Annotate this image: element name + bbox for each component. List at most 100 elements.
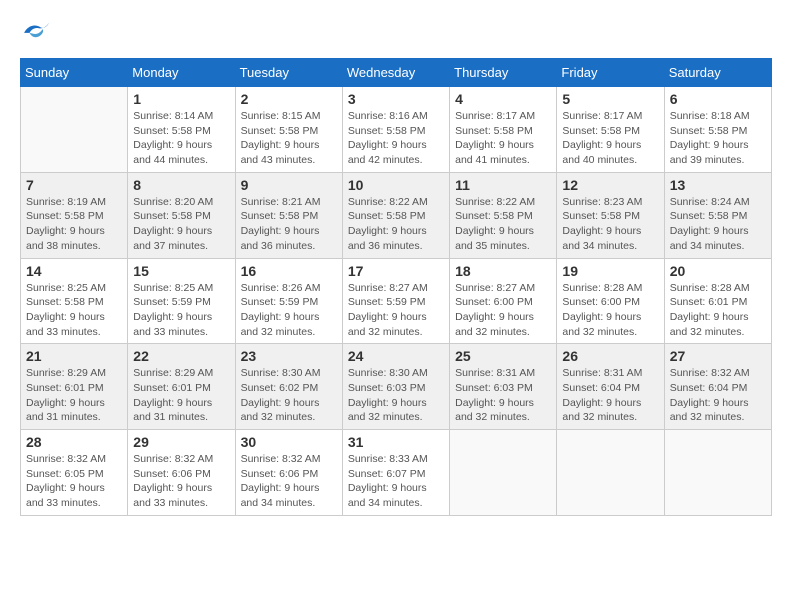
page-header — [20, 20, 772, 42]
day-number: 7 — [26, 177, 122, 193]
calendar-week-row: 14 Sunrise: 8:25 AMSunset: 5:58 PMDayligh… — [21, 258, 772, 344]
calendar-week-row: 21 Sunrise: 8:29 AMSunset: 6:01 PMDayligh… — [21, 344, 772, 430]
calendar-cell: 11 Sunrise: 8:22 AMSunset: 5:58 PMDayligh… — [450, 172, 557, 258]
day-info: Sunrise: 8:31 AMSunset: 6:04 PMDaylight:… — [562, 366, 658, 425]
day-number: 1 — [133, 91, 229, 107]
calendar-cell: 22 Sunrise: 8:29 AMSunset: 6:01 PMDayligh… — [128, 344, 235, 430]
calendar-cell: 1 Sunrise: 8:14 AMSunset: 5:58 PMDaylight… — [128, 87, 235, 173]
calendar-week-row: 28 Sunrise: 8:32 AMSunset: 6:05 PMDayligh… — [21, 430, 772, 516]
day-number: 29 — [133, 434, 229, 450]
day-info: Sunrise: 8:15 AMSunset: 5:58 PMDaylight:… — [241, 109, 337, 168]
weekday-header-friday: Friday — [557, 59, 664, 87]
calendar-cell: 21 Sunrise: 8:29 AMSunset: 6:01 PMDayligh… — [21, 344, 128, 430]
calendar-week-row: 7 Sunrise: 8:19 AMSunset: 5:58 PMDaylight… — [21, 172, 772, 258]
day-number: 28 — [26, 434, 122, 450]
calendar-cell: 5 Sunrise: 8:17 AMSunset: 5:58 PMDaylight… — [557, 87, 664, 173]
day-number: 31 — [348, 434, 444, 450]
day-info: Sunrise: 8:18 AMSunset: 5:58 PMDaylight:… — [670, 109, 766, 168]
calendar-cell: 4 Sunrise: 8:17 AMSunset: 5:58 PMDaylight… — [450, 87, 557, 173]
day-number: 6 — [670, 91, 766, 107]
day-info: Sunrise: 8:29 AMSunset: 6:01 PMDaylight:… — [26, 366, 122, 425]
weekday-header-wednesday: Wednesday — [342, 59, 449, 87]
day-info: Sunrise: 8:25 AMSunset: 5:59 PMDaylight:… — [133, 281, 229, 340]
day-info: Sunrise: 8:28 AMSunset: 6:01 PMDaylight:… — [670, 281, 766, 340]
day-number: 22 — [133, 348, 229, 364]
calendar-cell — [21, 87, 128, 173]
day-number: 25 — [455, 348, 551, 364]
day-number: 13 — [670, 177, 766, 193]
day-info: Sunrise: 8:32 AMSunset: 6:05 PMDaylight:… — [26, 452, 122, 511]
calendar-cell: 10 Sunrise: 8:22 AMSunset: 5:58 PMDayligh… — [342, 172, 449, 258]
day-info: Sunrise: 8:31 AMSunset: 6:03 PMDaylight:… — [455, 366, 551, 425]
calendar-cell: 24Sunrise: 8:30 AMSunset: 6:03 PMDayligh… — [342, 344, 449, 430]
weekday-header-sunday: Sunday — [21, 59, 128, 87]
day-number: 20 — [670, 263, 766, 279]
day-info: Sunrise: 8:22 AMSunset: 5:58 PMDaylight:… — [348, 195, 444, 254]
calendar-cell: 27 Sunrise: 8:32 AMSunset: 6:04 PMDayligh… — [664, 344, 771, 430]
weekday-header-thursday: Thursday — [450, 59, 557, 87]
calendar-cell: 25 Sunrise: 8:31 AMSunset: 6:03 PMDayligh… — [450, 344, 557, 430]
day-number: 5 — [562, 91, 658, 107]
day-number: 8 — [133, 177, 229, 193]
calendar-cell: 15 Sunrise: 8:25 AMSunset: 5:59 PMDayligh… — [128, 258, 235, 344]
day-number: 21 — [26, 348, 122, 364]
day-info: Sunrise: 8:20 AMSunset: 5:58 PMDaylight:… — [133, 195, 229, 254]
weekday-header-monday: Monday — [128, 59, 235, 87]
day-info: Sunrise: 8:32 AMSunset: 6:04 PMDaylight:… — [670, 366, 766, 425]
calendar-cell: 20 Sunrise: 8:28 AMSunset: 6:01 PMDayligh… — [664, 258, 771, 344]
day-info: Sunrise: 8:27 AMSunset: 5:59 PMDaylight:… — [348, 281, 444, 340]
day-info: Sunrise: 8:32 AMSunset: 6:06 PMDaylight:… — [133, 452, 229, 511]
day-number: 9 — [241, 177, 337, 193]
day-info: Sunrise: 8:30 AMSunset: 6:02 PMDaylight:… — [241, 366, 337, 425]
day-info: Sunrise: 8:17 AMSunset: 5:58 PMDaylight:… — [455, 109, 551, 168]
calendar-cell: 29 Sunrise: 8:32 AMSunset: 6:06 PMDayligh… — [128, 430, 235, 516]
calendar-cell: 16Sunrise: 8:26 AMSunset: 5:59 PMDayligh… — [235, 258, 342, 344]
day-number: 4 — [455, 91, 551, 107]
day-info: Sunrise: 8:33 AMSunset: 6:07 PMDaylight:… — [348, 452, 444, 511]
day-info: Sunrise: 8:14 AMSunset: 5:58 PMDaylight:… — [133, 109, 229, 168]
calendar-cell: 14 Sunrise: 8:25 AMSunset: 5:58 PMDayligh… — [21, 258, 128, 344]
calendar-cell — [450, 430, 557, 516]
day-info: Sunrise: 8:21 AMSunset: 5:58 PMDaylight:… — [241, 195, 337, 254]
day-info: Sunrise: 8:16 AMSunset: 5:58 PMDaylight:… — [348, 109, 444, 168]
day-number: 30 — [241, 434, 337, 450]
day-number: 27 — [670, 348, 766, 364]
calendar-cell: 13Sunrise: 8:24 AMSunset: 5:58 PMDayligh… — [664, 172, 771, 258]
day-number: 10 — [348, 177, 444, 193]
day-info: Sunrise: 8:19 AMSunset: 5:58 PMDaylight:… — [26, 195, 122, 254]
day-info: Sunrise: 8:29 AMSunset: 6:01 PMDaylight:… — [133, 366, 229, 425]
day-number: 11 — [455, 177, 551, 193]
weekday-header-saturday: Saturday — [664, 59, 771, 87]
calendar-cell: 30 Sunrise: 8:32 AMSunset: 6:06 PMDayligh… — [235, 430, 342, 516]
logo — [20, 20, 50, 42]
day-info: Sunrise: 8:32 AMSunset: 6:06 PMDaylight:… — [241, 452, 337, 511]
calendar-cell: 12Sunrise: 8:23 AMSunset: 5:58 PMDayligh… — [557, 172, 664, 258]
day-info: Sunrise: 8:26 AMSunset: 5:59 PMDaylight:… — [241, 281, 337, 340]
day-info: Sunrise: 8:28 AMSunset: 6:00 PMDaylight:… — [562, 281, 658, 340]
calendar-cell: 26Sunrise: 8:31 AMSunset: 6:04 PMDayligh… — [557, 344, 664, 430]
logo-bird-icon — [22, 20, 50, 42]
day-info: Sunrise: 8:25 AMSunset: 5:58 PMDaylight:… — [26, 281, 122, 340]
calendar-cell: 17Sunrise: 8:27 AMSunset: 5:59 PMDayligh… — [342, 258, 449, 344]
day-info: Sunrise: 8:17 AMSunset: 5:58 PMDaylight:… — [562, 109, 658, 168]
day-info: Sunrise: 8:22 AMSunset: 5:58 PMDaylight:… — [455, 195, 551, 254]
day-number: 18 — [455, 263, 551, 279]
day-number: 15 — [133, 263, 229, 279]
calendar-cell: 31 Sunrise: 8:33 AMSunset: 6:07 PMDayligh… — [342, 430, 449, 516]
calendar-cell: 23 Sunrise: 8:30 AMSunset: 6:02 PMDayligh… — [235, 344, 342, 430]
calendar-cell: 19Sunrise: 8:28 AMSunset: 6:00 PMDayligh… — [557, 258, 664, 344]
day-number: 12 — [562, 177, 658, 193]
day-info: Sunrise: 8:30 AMSunset: 6:03 PMDaylight:… — [348, 366, 444, 425]
calendar-week-row: 1 Sunrise: 8:14 AMSunset: 5:58 PMDaylight… — [21, 87, 772, 173]
calendar-cell: 6 Sunrise: 8:18 AMSunset: 5:58 PMDaylight… — [664, 87, 771, 173]
calendar-cell: 9 Sunrise: 8:21 AMSunset: 5:58 PMDaylight… — [235, 172, 342, 258]
day-number: 23 — [241, 348, 337, 364]
calendar-table: SundayMondayTuesdayWednesdayThursdayFrid… — [20, 58, 772, 516]
calendar-cell: 8 Sunrise: 8:20 AMSunset: 5:58 PMDaylight… — [128, 172, 235, 258]
weekday-header-row: SundayMondayTuesdayWednesdayThursdayFrid… — [21, 59, 772, 87]
calendar-cell — [664, 430, 771, 516]
calendar-cell — [557, 430, 664, 516]
day-number: 14 — [26, 263, 122, 279]
calendar-cell: 28 Sunrise: 8:32 AMSunset: 6:05 PMDayligh… — [21, 430, 128, 516]
calendar-cell: 2Sunrise: 8:15 AMSunset: 5:58 PMDaylight… — [235, 87, 342, 173]
